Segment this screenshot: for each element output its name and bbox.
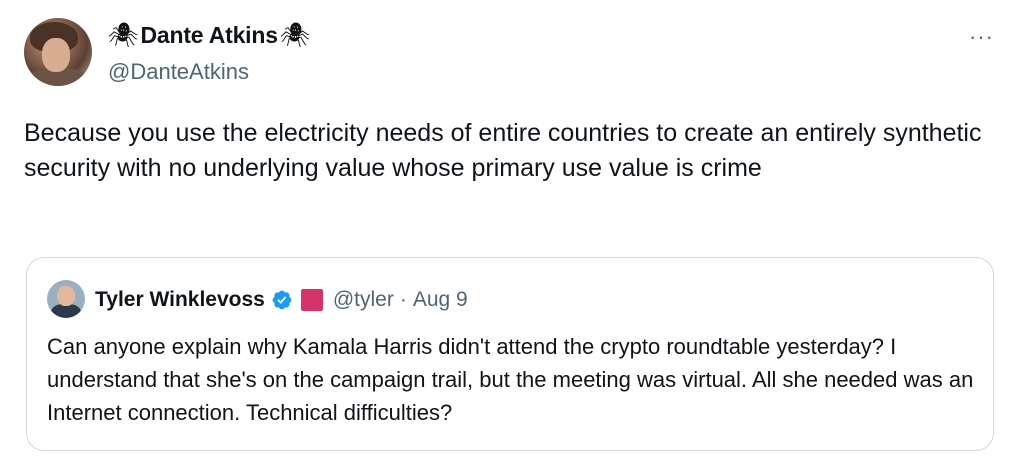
quoted-author-name: Tyler Winklevoss <box>95 288 265 311</box>
author-display-name[interactable]: Dante Atkins <box>140 22 278 49</box>
quoted-tweet-text: Can anyone explain why Kamala Harris did… <box>47 334 974 425</box>
header-separator: · <box>399 288 407 311</box>
spider-emoji-left: 🕷 <box>108 21 139 49</box>
quoted-author-handle: @tyler <box>332 288 394 311</box>
author-avatar[interactable] <box>24 18 92 86</box>
quoted-tweet-date[interactable]: Aug 9 <box>413 288 468 312</box>
author-handle[interactable]: @DanteAtkins <box>108 59 249 85</box>
more-options-icon[interactable]: ··· <box>969 24 994 50</box>
affiliation-badge-icon <box>300 289 323 311</box>
tweet-text: Because you use the electricity needs of… <box>24 119 982 182</box>
author-name-row[interactable]: 🕷 Dante Atkins 🕷 <box>108 22 310 49</box>
spider-emoji-right: 🕷 <box>279 21 311 49</box>
quoted-tweet-header: Tyler Winklevoss @tyler · Aug 9 <box>95 288 468 312</box>
quoted-author-avatar <box>47 280 85 318</box>
quoted-tweet-card[interactable]: Tyler Winklevoss @tyler · Aug 9 Can anyo… <box>26 257 994 451</box>
verified-badge-icon <box>271 289 293 311</box>
